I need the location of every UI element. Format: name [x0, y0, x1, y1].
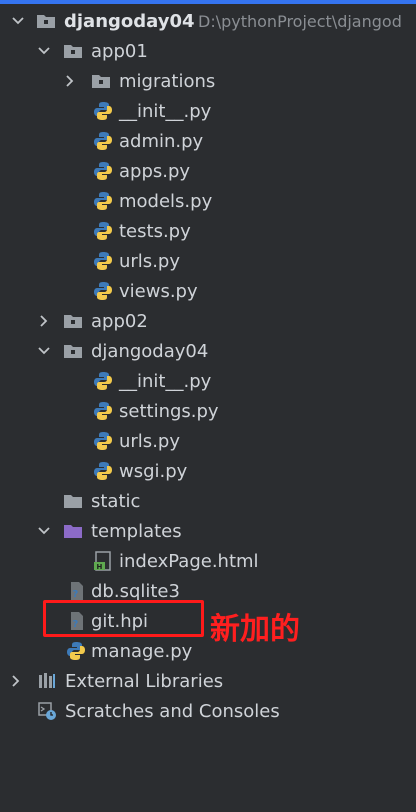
tree-node-file[interactable]: manage.py [0, 636, 416, 666]
chevron-right-icon[interactable] [6, 671, 26, 691]
folder-icon [91, 71, 111, 91]
tree-node-label: Scratches and Consoles [65, 700, 280, 722]
tree-node-file[interactable]: admin.py [0, 126, 416, 156]
tree-node-label: indexPage.html [119, 550, 259, 572]
tree-node-file[interactable]: wsgi.py [0, 456, 416, 486]
tree-node-app01[interactable]: app01 [0, 36, 416, 66]
python-file-icon [93, 431, 113, 451]
tree-node-label: app01 [91, 40, 148, 62]
chevron-down-icon[interactable] [34, 341, 54, 361]
tree-node-djangoday04[interactable]: djangoday04 [0, 336, 416, 366]
python-file-icon [93, 131, 113, 151]
tree-node-file[interactable]: indexPage.html [0, 546, 416, 576]
chevron-down-icon[interactable] [34, 41, 54, 61]
tree-node-file[interactable]: urls.py [0, 246, 416, 276]
python-file-icon [93, 281, 113, 301]
chevron-down-icon[interactable] [34, 521, 54, 541]
python-file-icon [93, 461, 113, 481]
tree-node-label: views.py [119, 280, 198, 302]
python-file-icon [93, 191, 113, 211]
tree-node-label: apps.py [119, 160, 191, 182]
python-file-icon [93, 101, 113, 121]
python-file-icon [93, 401, 113, 421]
folder-icon [63, 311, 83, 331]
templates-folder-icon [63, 521, 83, 541]
chevron-right-icon[interactable] [60, 71, 80, 91]
tree-node-label: templates [91, 520, 182, 542]
tree-node-external-libraries[interactable]: External Libraries [0, 666, 416, 696]
tree-node-file[interactable]: __init__.py [0, 96, 416, 126]
scratches-icon [37, 701, 57, 721]
tree-node-file[interactable]: apps.py [0, 156, 416, 186]
libraries-icon [37, 671, 57, 691]
python-file-icon [93, 161, 113, 181]
tree-node-label: app02 [91, 310, 148, 332]
tree-node-label: tests.py [119, 220, 191, 242]
project-name: djangoday04 [64, 10, 195, 32]
top-accent-bar [0, 0, 416, 4]
tree-node-templates[interactable]: templates [0, 516, 416, 546]
tree-node-label: admin.py [119, 130, 204, 152]
project-path: D:\pythonProject\djangod [198, 11, 402, 31]
html-file-icon [93, 551, 113, 571]
tree-node-label: urls.py [119, 250, 180, 272]
annotation-highlight-box [43, 600, 204, 637]
folder-icon [63, 41, 83, 61]
tree-node-label: models.py [119, 190, 213, 212]
tree-node-label: static [91, 490, 141, 512]
chevron-right-icon[interactable] [34, 311, 54, 331]
python-file-icon [93, 221, 113, 241]
folder-icon [36, 11, 56, 31]
tree-node-project-root[interactable]: djangoday04 D:\pythonProject\djangod [0, 6, 416, 36]
tree-node-label: External Libraries [65, 670, 224, 692]
tree-node-file[interactable]: urls.py [0, 426, 416, 456]
chevron-down-icon[interactable] [8, 11, 28, 31]
tree-node-file[interactable]: models.py [0, 186, 416, 216]
tree-node-label: wsgi.py [119, 460, 188, 482]
unknown-file-icon [66, 581, 86, 601]
tree-node-file[interactable]: views.py [0, 276, 416, 306]
tree-node-file[interactable]: tests.py [0, 216, 416, 246]
folder-icon [63, 341, 83, 361]
tree-node-label: urls.py [119, 430, 180, 452]
tree-node-label: settings.py [119, 400, 219, 422]
annotation-text: 新加的 [210, 612, 300, 647]
tree-node-file[interactable]: __init__.py [0, 366, 416, 396]
tree-node-label: migrations [119, 70, 216, 92]
folder-icon [63, 491, 83, 511]
tree-node-label: djangoday04 [91, 340, 209, 362]
python-file-icon [93, 371, 113, 391]
tree-node-file[interactable]: settings.py [0, 396, 416, 426]
tree-node-label: manage.py [91, 640, 193, 662]
python-file-icon [66, 641, 86, 661]
tree-node-static[interactable]: static [0, 486, 416, 516]
tree-node-label: db.sqlite3 [91, 580, 180, 602]
tree-node-label: __init__.py [119, 100, 212, 122]
tree-node-app02[interactable]: app02 [0, 306, 416, 336]
python-file-icon [93, 251, 113, 271]
tree-node-scratches[interactable]: Scratches and Consoles [0, 696, 416, 726]
tree-node-migrations[interactable]: migrations [0, 66, 416, 96]
tree-node-label: __init__.py [119, 370, 212, 392]
